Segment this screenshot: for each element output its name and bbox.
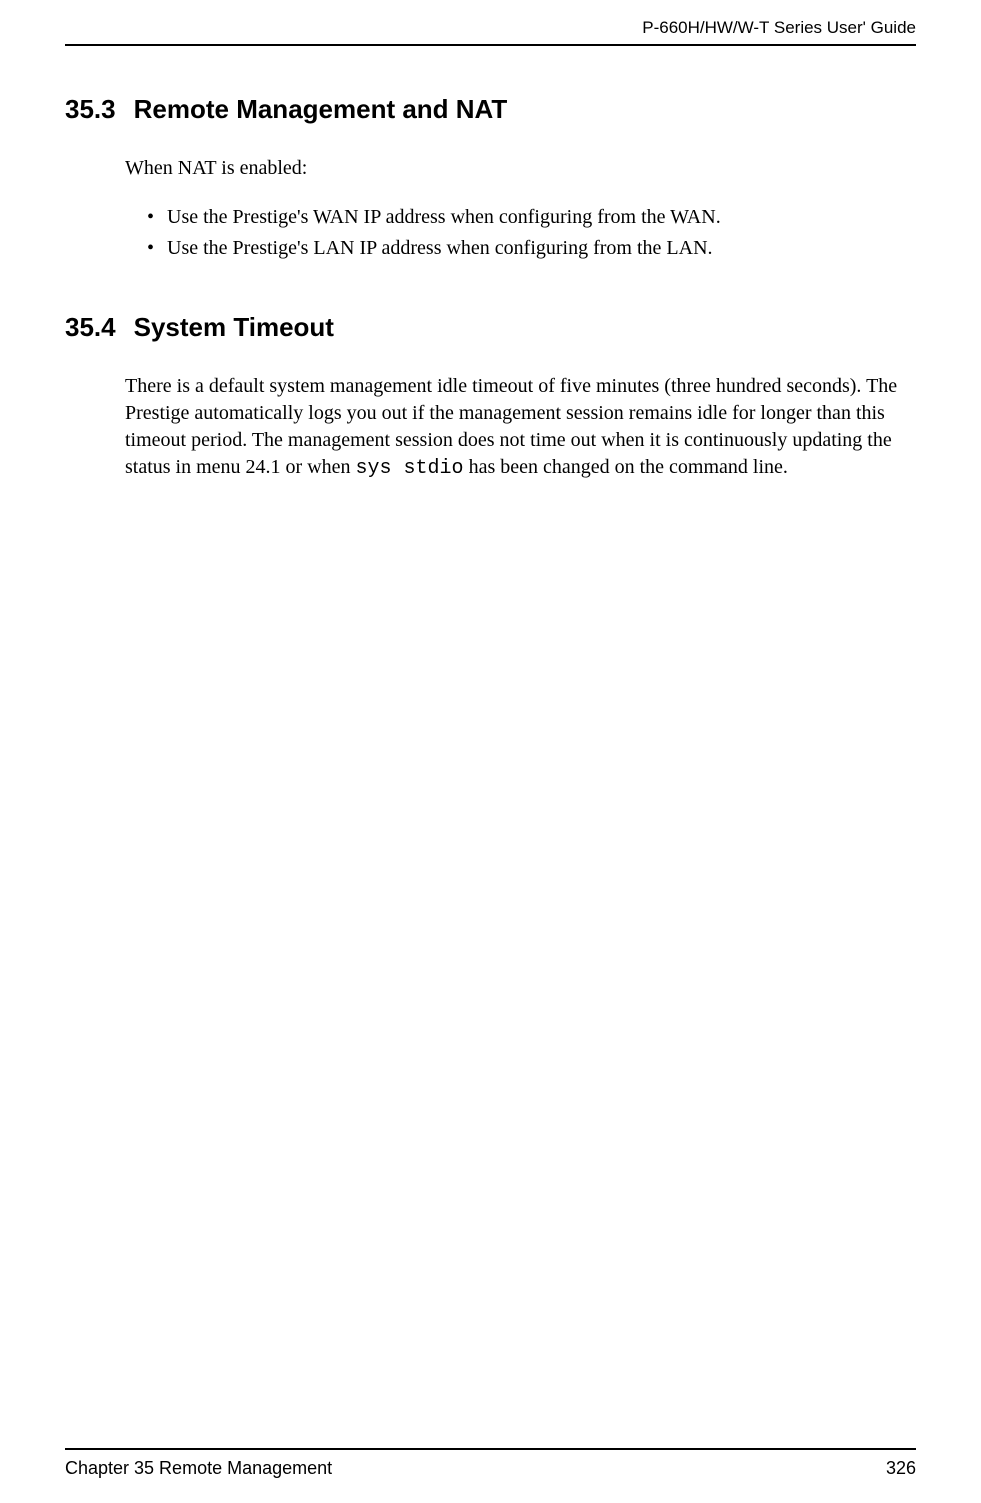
footer-chapter: Chapter 35 Remote Management xyxy=(65,1458,332,1479)
body-paragraph: There is a default system management idl… xyxy=(125,373,916,482)
inline-code: sys stdio xyxy=(356,457,464,480)
section-heading-35-3: 35.3 Remote Management and NAT xyxy=(65,94,916,125)
section-title: Remote Management and NAT xyxy=(134,94,508,124)
footer-rule xyxy=(65,1448,916,1450)
guide-title: P-660H/HW/W-T Series User' Guide xyxy=(642,18,916,37)
section-title: System Timeout xyxy=(134,312,334,342)
section-number: 35.4 xyxy=(65,312,116,343)
section-body-35-3: When NAT is enabled: Use the Prestige's … xyxy=(125,155,916,264)
para-text-post: has been changed on the command line. xyxy=(464,456,788,478)
running-header: P-660H/HW/W-T Series User' Guide xyxy=(65,0,916,44)
header-rule xyxy=(65,44,916,46)
page-footer: Chapter 35 Remote Management 326 xyxy=(65,1448,916,1479)
section-heading-35-4: 35.4 System Timeout xyxy=(65,312,916,343)
footer-page-number: 326 xyxy=(886,1458,916,1479)
section-body-35-4: There is a default system management idl… xyxy=(125,373,916,482)
bullet-list: Use the Prestige's WAN IP address when c… xyxy=(147,202,916,264)
list-item: Use the Prestige's WAN IP address when c… xyxy=(147,202,916,233)
section-number: 35.3 xyxy=(65,94,116,125)
list-item: Use the Prestige's LAN IP address when c… xyxy=(147,233,916,264)
intro-paragraph: When NAT is enabled: xyxy=(125,155,916,182)
